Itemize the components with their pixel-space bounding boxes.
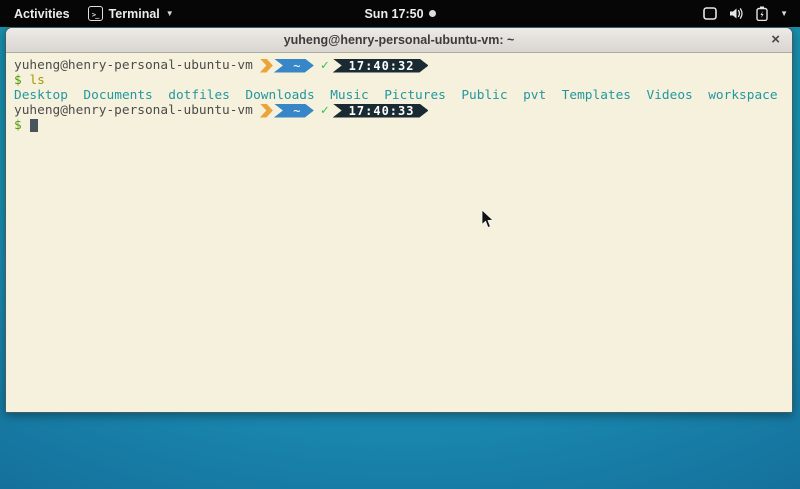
prompt-symbol: $ bbox=[14, 118, 22, 133]
terminal-content[interactable]: yuheng@henry-personal-ubuntu-vm ~ ✓ 17:4… bbox=[6, 53, 792, 413]
battery-charging-icon bbox=[756, 6, 768, 21]
prompt-check-icon: ✓ bbox=[321, 58, 329, 73]
directory-name: Videos bbox=[647, 88, 693, 103]
prompt-user-host: yuheng@henry-personal-ubuntu-vm bbox=[14, 58, 253, 73]
prompt-symbol: $ bbox=[14, 73, 22, 88]
chevron-down-icon: ▼ bbox=[166, 9, 174, 18]
terminal-cursor bbox=[30, 119, 38, 132]
directory-name: workspace bbox=[708, 88, 777, 103]
prompt-check-icon: ✓ bbox=[321, 103, 329, 118]
directory-name: Templates bbox=[562, 88, 631, 103]
top-bar-left: Activities >_ Terminal ▼ bbox=[0, 5, 174, 23]
prompt-time-segment: 17:40:33 bbox=[333, 104, 429, 118]
activities-button[interactable]: Activities bbox=[10, 5, 74, 23]
system-status-area[interactable]: ▼ bbox=[703, 6, 800, 21]
chevron-down-icon: ▼ bbox=[780, 9, 788, 18]
window-titlebar[interactable]: yuheng@henry-personal-ubuntu-vm: ~ × bbox=[6, 28, 792, 53]
clock[interactable]: Sun 17:50 bbox=[364, 7, 423, 21]
mouse-pointer-icon bbox=[481, 210, 494, 234]
directory-name: Music bbox=[330, 88, 369, 103]
volume-icon bbox=[729, 7, 744, 20]
app-menu-label: Terminal bbox=[109, 7, 160, 21]
input-line[interactable]: $ bbox=[14, 118, 792, 133]
terminal-icon: >_ bbox=[88, 6, 103, 21]
prompt-cwd-segment: ~ bbox=[274, 104, 314, 118]
directory-name: dotfiles bbox=[168, 88, 230, 103]
prompt-chevron-icon bbox=[260, 59, 273, 73]
terminal-window: yuheng@henry-personal-ubuntu-vm: ~ × yuh… bbox=[5, 27, 793, 413]
top-bar: Activities >_ Terminal ▼ Sun 17:50 ▼ bbox=[0, 0, 800, 27]
directory-name: pvt bbox=[523, 88, 546, 103]
directory-name: Downloads bbox=[245, 88, 314, 103]
prompt-line: yuheng@henry-personal-ubuntu-vm ~ ✓ 17:4… bbox=[14, 58, 792, 73]
typed-command: ls bbox=[29, 73, 44, 88]
prompt-chevron-icon bbox=[260, 104, 273, 118]
window-title: yuheng@henry-personal-ubuntu-vm: ~ bbox=[284, 33, 515, 47]
ls-output-line: Desktop Documents dotfiles Downloads Mus… bbox=[14, 88, 792, 103]
screencast-icon bbox=[703, 7, 717, 20]
prompt-line: yuheng@henry-personal-ubuntu-vm ~ ✓ 17:4… bbox=[14, 103, 792, 118]
directory-name: Documents bbox=[83, 88, 152, 103]
prompt-user-host: yuheng@henry-personal-ubuntu-vm bbox=[14, 103, 253, 118]
screen-record-indicator-icon bbox=[429, 10, 436, 17]
close-icon[interactable]: × bbox=[771, 31, 780, 49]
prompt-time-segment: 17:40:32 bbox=[333, 59, 429, 73]
command-line: $ ls bbox=[14, 73, 792, 88]
prompt-cwd-segment: ~ bbox=[274, 59, 314, 73]
directory-name: Public bbox=[461, 88, 507, 103]
app-menu[interactable]: >_ Terminal ▼ bbox=[88, 6, 174, 21]
directory-name: Pictures bbox=[384, 88, 446, 103]
directory-name: Desktop bbox=[14, 88, 68, 103]
